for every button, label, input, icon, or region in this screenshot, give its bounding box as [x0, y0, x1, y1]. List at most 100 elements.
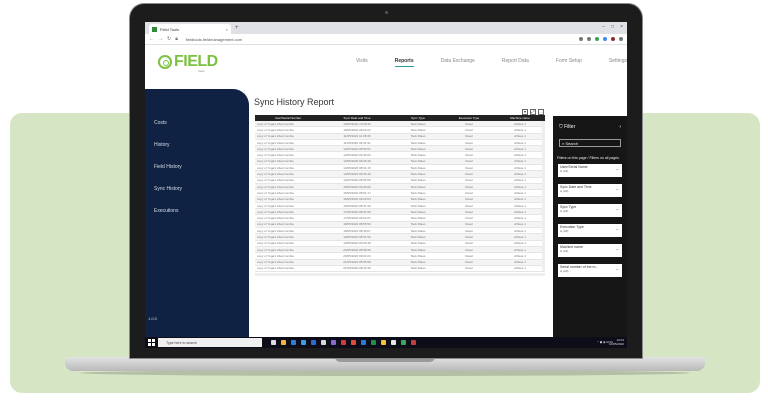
nav-settings[interactable]: Settings [609, 58, 627, 67]
table-cell: Read [465, 140, 473, 145]
app-icon[interactable] [341, 340, 346, 345]
table-cell: Tank Rates [410, 216, 426, 221]
sidebar-item-executions[interactable]: Executions [154, 208, 178, 214]
star-icon[interactable] [579, 37, 583, 41]
version-label: 1.0.0 [148, 316, 157, 321]
nav-report-data[interactable]: Report Data [502, 58, 529, 67]
nav-reports[interactable]: Reports [394, 58, 414, 67]
browser-tab[interactable]: Field Tools × [149, 24, 231, 34]
table-cell: Tank Rates [410, 146, 426, 151]
nav-visits[interactable]: Visits [356, 58, 368, 67]
table-cell: 14/05/2020 09:26:49 [343, 172, 371, 177]
taskbar-clock[interactable]: 10:04 10/05/2020 [609, 338, 624, 346]
task-view-icon[interactable] [271, 340, 276, 345]
page-title: Sync History Report [254, 97, 335, 107]
horizontal-scrollbar[interactable] [255, 273, 545, 276]
filter-card[interactable]: User/Serial Name is (All) ⌄ [558, 164, 622, 177]
collapse-filters-icon[interactable]: › [619, 124, 621, 130]
table-cell: copy of Yoga's Abercrombie [257, 222, 294, 227]
chevron-down-icon[interactable]: ⌄ [616, 246, 619, 251]
table-cell: Tank Rates [410, 209, 426, 214]
table-cell: Tank Rates [410, 127, 426, 132]
teams-icon[interactable] [331, 340, 336, 345]
sidebar-item-field-history[interactable]: Field History [154, 164, 182, 170]
chevron-down-icon[interactable]: ⌄ [616, 186, 619, 191]
filter-card[interactable]: Sync Type is (All) ⌄ [558, 204, 622, 217]
filters-section-label: Filters on this page / Filters on all pa… [557, 156, 619, 160]
powerpoint-icon[interactable] [351, 340, 356, 345]
laptop-bezel: Field Tools × + – □ × ← → ↻ 🔒︎ fieldtool… [130, 4, 642, 358]
vertical-scrollbar[interactable] [542, 121, 545, 271]
taskbar-search-input[interactable]: Type here to search [158, 338, 262, 347]
app-icon[interactable] [401, 340, 406, 345]
filter-card[interactable]: Sync Date and Time is (All) ⌄ [558, 184, 622, 197]
table-cell: Read [465, 127, 473, 132]
browser-tab-bar: Field Tools × + – □ × [145, 22, 627, 34]
profile-avatar-icon[interactable] [611, 37, 615, 41]
table-cell: Athlete 1 [514, 134, 526, 139]
table-cell: Athlete 1 [514, 146, 526, 151]
mail-icon[interactable] [311, 340, 316, 345]
edge-icon[interactable] [291, 340, 296, 345]
filter-card[interactable]: Machine name is (All) ⌄ [558, 244, 622, 257]
table-row[interactable]: copy of Yoga's Abercrombie 21/05/2020 08:… [255, 266, 545, 273]
sidebar-item-history[interactable]: History [154, 142, 170, 148]
logo-text: FIELD [174, 53, 218, 70]
chevron-down-icon[interactable]: ⌄ [616, 206, 619, 211]
table-cell: Athlete 1 [514, 140, 526, 145]
table-cell: copy of Yoga's Abercrombie [257, 234, 294, 239]
sidebar-item-costs[interactable]: Costs [154, 120, 167, 126]
chevron-down-icon[interactable]: ⌄ [616, 226, 619, 231]
windows-taskbar: Type here to search ^ ◼ ◉ ENG 10:04 10/0… [145, 337, 627, 348]
table-cell: 13/05/2020 08:31:15 [343, 165, 371, 170]
table-cell: copy of Yoga's Abercrombie [257, 260, 294, 265]
table-cell: copy of Yoga's Abercrombie [257, 153, 294, 158]
table-cell: Read [465, 134, 473, 139]
file-explorer-icon[interactable] [281, 340, 286, 345]
table-cell: Athlete 1 [514, 121, 526, 126]
window-controls: – □ × [602, 24, 623, 30]
table-cell: 12/05/2020 09:36:09 [343, 153, 371, 158]
table-cell: Athlete 1 [514, 190, 526, 195]
sidebar-item-sync-history[interactable]: Sync History [154, 186, 182, 192]
camera-dot [385, 11, 388, 14]
close-window-icon[interactable]: × [620, 24, 623, 30]
reload-icon[interactable]: ↻ [167, 36, 171, 42]
word-icon[interactable] [361, 340, 366, 345]
logo-mark-icon [158, 55, 172, 69]
app-icon[interactable] [321, 340, 326, 345]
nav-form-setup[interactable]: Form Setup [556, 58, 582, 67]
nav-data-exchange[interactable]: Data Exchange [441, 58, 475, 67]
minimize-icon[interactable]: – [602, 24, 605, 30]
maximize-icon[interactable]: □ [611, 24, 614, 30]
extension-icon[interactable] [603, 37, 607, 41]
excel-icon[interactable] [371, 340, 376, 345]
table-cell: 14/05/2020 08:56:09 [343, 178, 371, 183]
app-icon[interactable] [411, 340, 416, 345]
laptop-mockup: Field Tools × + – □ × ← → ↻ 🔒︎ fieldtool… [0, 0, 768, 400]
back-icon[interactable]: ← [149, 36, 154, 42]
chevron-down-icon[interactable]: ⌄ [616, 266, 619, 271]
table-cell: Tank Rates [410, 184, 426, 189]
table-cell: 10/05/2020 13:08:46 [343, 121, 371, 126]
chevron-down-icon[interactable]: ⌄ [616, 166, 619, 171]
table-cell: Read [465, 216, 473, 221]
field-logo[interactable]: FIELD tools [158, 53, 218, 73]
top-navigation: Visits Reports Data Exchange Report Data For… [329, 58, 627, 67]
tab-close-icon[interactable]: × [226, 27, 228, 32]
table-cell: Read [465, 121, 473, 126]
powerbi-icon[interactable] [381, 340, 386, 345]
filter-search-input[interactable]: ⌕ Search [559, 139, 621, 147]
extension-icon[interactable] [587, 37, 591, 41]
url-field[interactable]: fieldtools.fieldmanagement.com [186, 37, 579, 42]
start-button-icon[interactable] [148, 339, 155, 346]
table-cell: copy of Yoga's Abercrombie [257, 203, 294, 208]
forward-icon[interactable]: → [158, 36, 163, 42]
extension-icon[interactable] [595, 37, 599, 41]
menu-icon[interactable] [619, 37, 623, 41]
store-icon[interactable] [301, 340, 306, 345]
chrome-icon[interactable] [391, 340, 396, 345]
filter-card[interactable]: Serial number of the m... is (All) ⌄ [558, 264, 622, 277]
filter-card[interactable]: Execution Type is (All) ⌄ [558, 224, 622, 237]
new-tab-button[interactable]: + [235, 24, 239, 32]
